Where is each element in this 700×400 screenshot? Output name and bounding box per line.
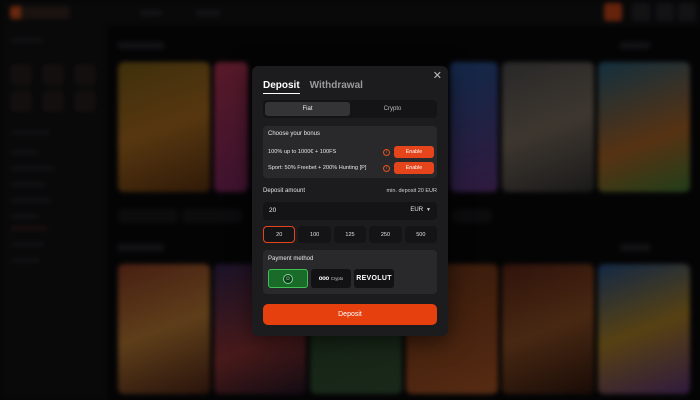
payment-method-title: Payment method — [268, 256, 314, 262]
preset-amount-button[interactable]: 100 — [298, 226, 331, 243]
bonus-option: Sport: 50% Freebet + 200% Hunting [P] i … — [268, 162, 434, 174]
payment-methods: ☺ ooo Crypto REVOLUT — [268, 269, 394, 288]
payment-method-panel: Payment method ☺ ooo Crypto REVOLUT — [263, 250, 437, 294]
segment-fiat[interactable]: Fiat — [265, 102, 350, 116]
bonus-title: Choose your bonus — [268, 131, 321, 137]
crypto-logo: ooo — [318, 275, 329, 282]
wallet-icon: ☺ — [283, 273, 293, 284]
currency-value: EUR — [410, 207, 424, 213]
modal-tabs: Deposit Withdrawal — [263, 80, 363, 94]
bonus-panel: Choose your bonus 100% up to 1000€ + 100… — [263, 126, 437, 178]
segment-crypto[interactable]: Crypto — [350, 102, 435, 116]
enable-bonus-button[interactable]: Enable — [394, 146, 434, 158]
payment-method-wallet[interactable]: ☺ — [268, 269, 308, 288]
amount-value[interactable]: 20 — [269, 207, 276, 214]
amount-input[interactable]: 20 EUR ▼ — [263, 202, 437, 220]
enable-bonus-button[interactable]: Enable — [394, 162, 434, 174]
preset-amount-button[interactable]: 125 — [333, 226, 367, 243]
deposit-amount-label: Deposit amount — [263, 188, 306, 194]
close-icon[interactable]: ✕ — [433, 69, 442, 82]
currency-type-switch: Fiat Crypto — [263, 100, 437, 118]
bonus-option: 100% up to 1000€ + 100FS i Enable — [268, 146, 434, 158]
revolut-logo: REVOLUT — [356, 275, 392, 282]
deposit-button[interactable]: Deposit — [263, 304, 437, 325]
tab-deposit[interactable]: Deposit — [263, 80, 300, 94]
tab-withdrawal[interactable]: Withdrawal — [310, 80, 363, 94]
screen: ✕ Deposit Withdrawal Fiat Crypto Choose … — [0, 0, 700, 400]
deposit-modal: ✕ Deposit Withdrawal Fiat Crypto Choose … — [252, 66, 448, 336]
chevron-down-icon: ▼ — [426, 207, 431, 213]
payment-method-crypto[interactable]: ooo Crypto — [311, 269, 351, 288]
info-icon[interactable]: i — [383, 164, 390, 172]
bonus-option-text: 100% up to 1000€ + 100FS — [268, 149, 337, 155]
preset-amount-button[interactable]: 20 — [263, 226, 296, 243]
currency-select[interactable]: EUR ▼ — [410, 207, 431, 213]
preset-amount-button[interactable]: 250 — [369, 226, 402, 243]
amount-presets: 20 100 125 250 500 — [263, 226, 438, 243]
crypto-label: Crypto — [330, 276, 344, 281]
min-deposit-note: min. deposit 20 EUR — [386, 188, 437, 194]
info-icon[interactable]: i — [383, 148, 390, 156]
bonus-option-text: Sport: 50% Freebet + 200% Hunting [P] — [268, 165, 367, 171]
preset-amount-button[interactable]: 500 — [404, 226, 438, 243]
payment-method-revolut[interactable]: REVOLUT — [354, 269, 394, 288]
